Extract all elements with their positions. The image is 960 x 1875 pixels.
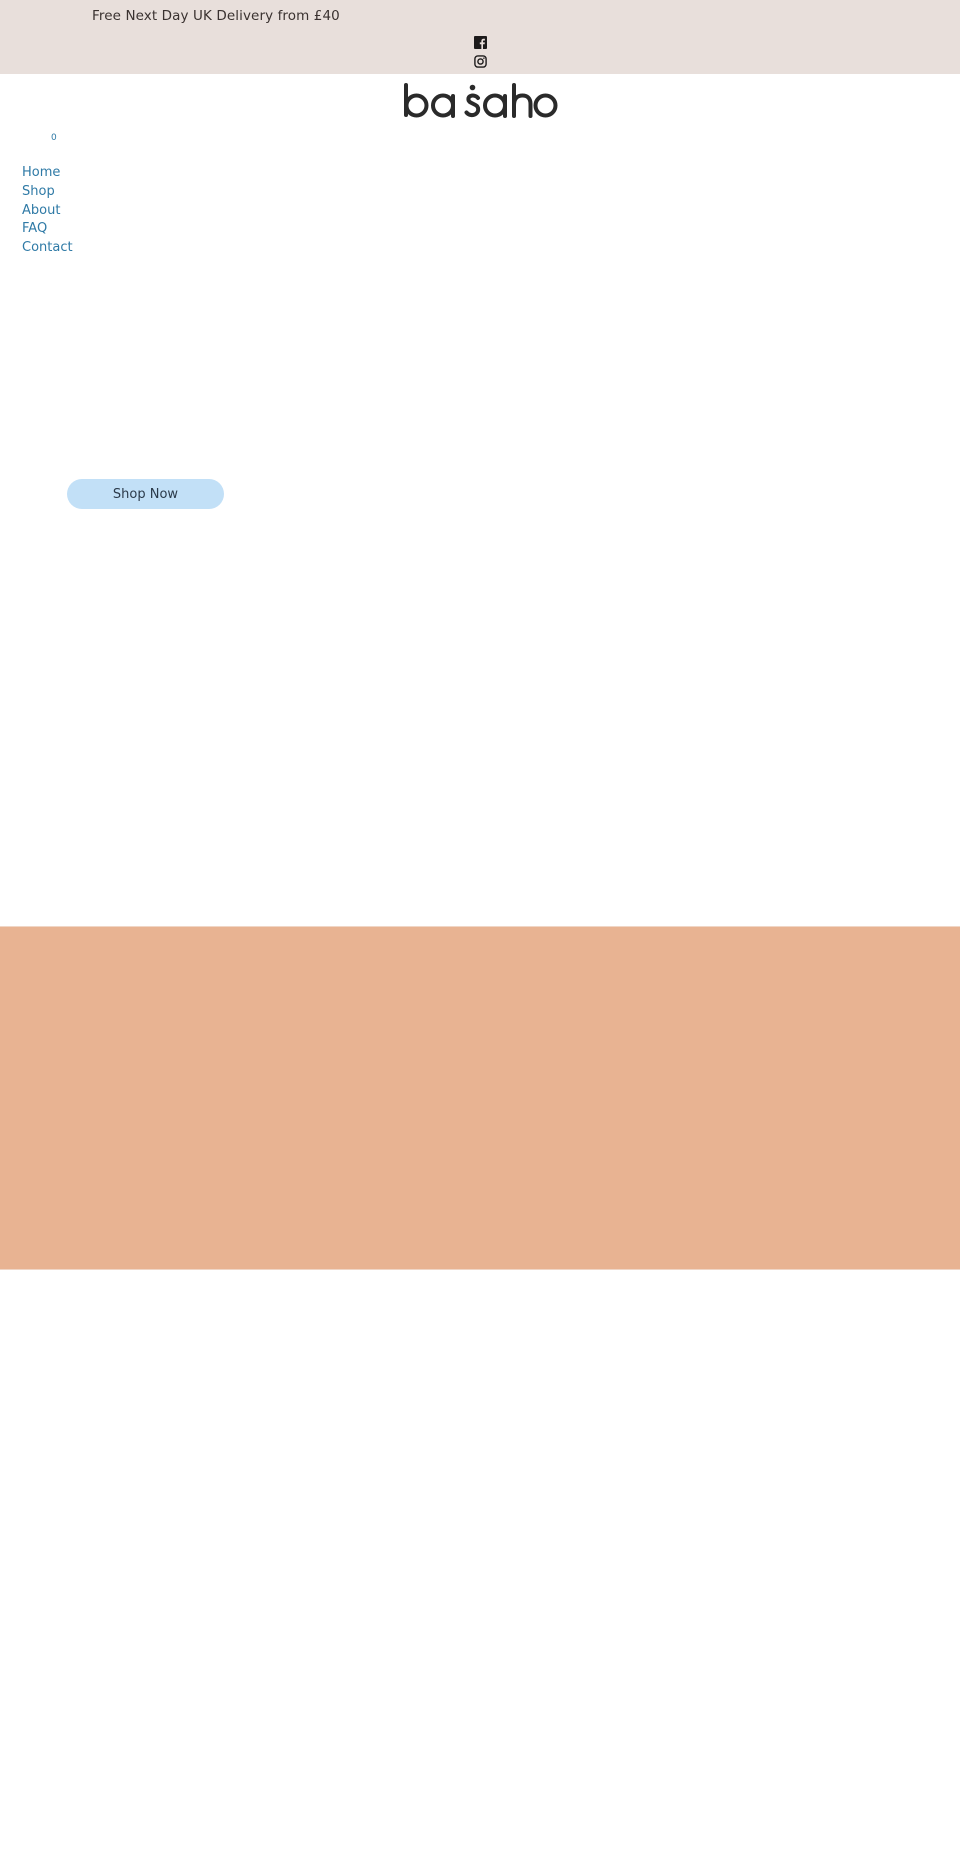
shop-now-button[interactable]: Shop Now (67, 479, 224, 509)
instagram-link[interactable] (473, 55, 487, 68)
nav-item-shop: Shop (22, 180, 73, 199)
facebook-link[interactable] (473, 36, 487, 49)
nav-link-faq[interactable]: FAQ (22, 221, 47, 236)
promo-band (0, 926, 960, 1270)
site-logo[interactable] (402, 82, 558, 120)
cart-count[interactable]: 0 (51, 133, 57, 143)
nav-item-contact: Contact (22, 236, 73, 255)
facebook-icon (473, 36, 487, 49)
nav-link-shop[interactable]: Shop (22, 184, 55, 199)
nav-link-about[interactable]: About (22, 203, 60, 218)
social-links (473, 36, 487, 68)
main-nav: Home Shop About FAQ Contact (22, 161, 73, 255)
announcement-bar: Free Next Day UK Delivery from £40 (0, 0, 960, 74)
nav-link-contact[interactable]: Contact (22, 240, 73, 255)
instagram-icon (473, 55, 487, 68)
nav-item-faq: FAQ (22, 217, 73, 236)
announcement-text: Free Next Day UK Delivery from £40 (92, 8, 340, 24)
nav-link-home[interactable]: Home (22, 165, 60, 180)
basaho-logo (404, 83, 558, 118)
nav-item-home: Home (22, 161, 73, 180)
nav-item-about: About (22, 199, 73, 218)
